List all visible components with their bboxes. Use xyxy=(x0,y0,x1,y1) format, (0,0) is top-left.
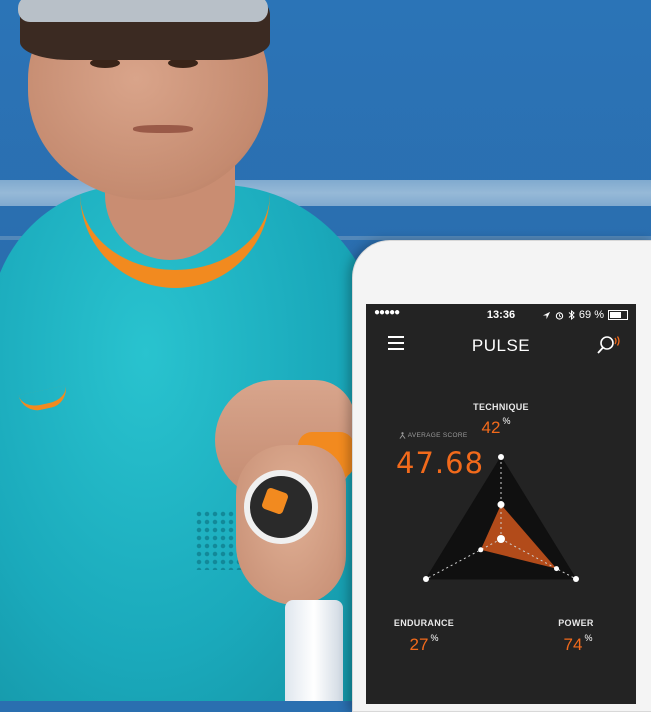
radar-vertex-technique xyxy=(498,454,504,460)
endurance-value: 27% xyxy=(404,633,444,655)
power-percent: 74 xyxy=(563,635,583,654)
phone-screen: ●●●●● 13:36 69 % PULSE TECHNIQUE 42 % AV… xyxy=(366,304,636,704)
search-icon[interactable] xyxy=(596,334,622,356)
radar-center xyxy=(497,535,505,543)
radar-vertex-power xyxy=(573,576,579,582)
radar-point-endurance xyxy=(478,547,484,553)
technique-unit: % xyxy=(502,416,511,426)
endurance-unit: % xyxy=(430,633,439,643)
app-header: PULSE xyxy=(366,326,636,366)
endurance-label: ENDURANCE xyxy=(393,618,455,628)
status-bar: ●●●●● 13:36 69 % xyxy=(366,304,636,326)
player-headband xyxy=(18,0,268,22)
bluetooth-icon xyxy=(568,310,575,320)
location-arrow-icon xyxy=(542,311,551,319)
power-unit: % xyxy=(584,633,593,643)
alarm-icon xyxy=(555,311,564,320)
technique-value: 42% xyxy=(476,416,516,438)
racket-grip xyxy=(285,600,343,701)
technique-label: TECHNIQUE xyxy=(473,402,529,412)
radar-point-technique xyxy=(497,501,505,509)
battery-percent: 69 % xyxy=(578,309,604,321)
radar-vertex-endurance xyxy=(423,576,429,582)
technique-percent: 42 xyxy=(481,418,501,437)
average-score-label: AVERAGE SCORE xyxy=(399,432,468,439)
power-value: 74% xyxy=(558,633,598,655)
status-icons: 69 % xyxy=(542,309,628,321)
battery-icon xyxy=(608,310,628,320)
endurance-percent: 27 xyxy=(409,635,429,654)
average-score-text: AVERAGE SCORE xyxy=(407,432,468,440)
radar-point-power xyxy=(554,566,559,572)
skill-radar-chart xyxy=(423,454,579,582)
power-label: POWER xyxy=(558,618,594,628)
person-icon xyxy=(399,432,406,439)
player-mouth xyxy=(133,125,193,133)
